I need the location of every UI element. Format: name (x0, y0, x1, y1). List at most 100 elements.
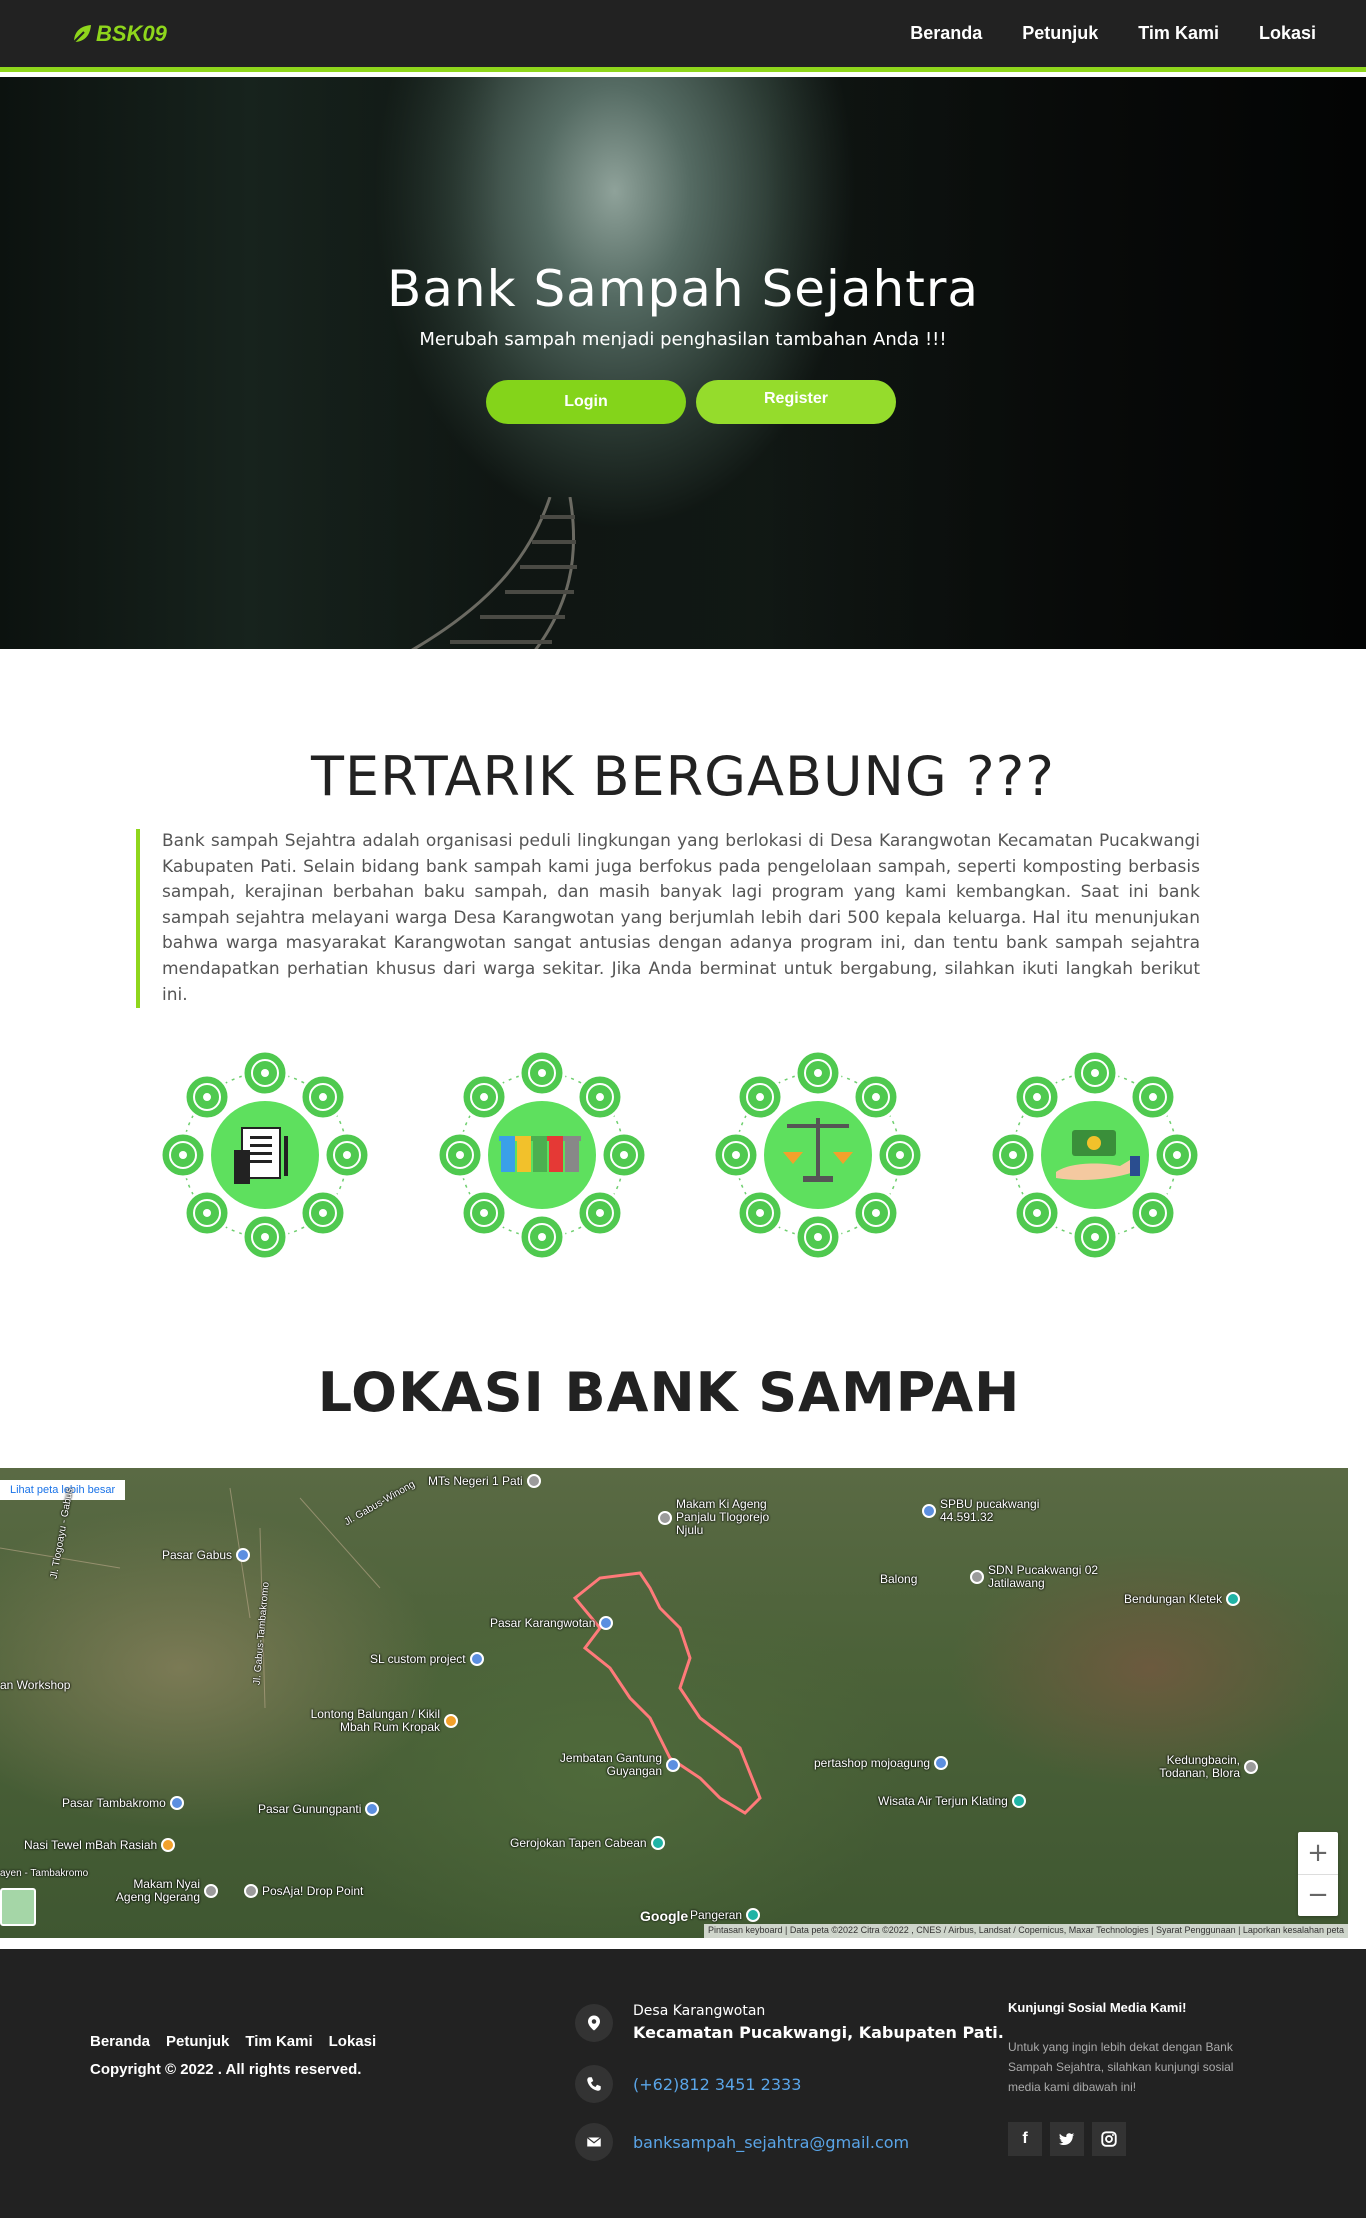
pin-label: Pasar Gabus (162, 1548, 233, 1562)
map-pin[interactable]: SL custom project (370, 1652, 484, 1666)
eco-badge-icon (576, 1189, 624, 1237)
map-pin[interactable]: Pasar Gabus (162, 1548, 251, 1562)
instagram-icon[interactable] (1092, 2122, 1126, 2156)
join-title: TERTARIK BERGABUNG ??? (311, 745, 1055, 808)
facebook-icon[interactable]: f (1008, 2122, 1042, 2156)
twitter-icon[interactable] (1050, 2122, 1084, 2156)
step-3 (703, 1040, 933, 1270)
eco-badge-icon (518, 1049, 566, 1097)
pin-icon (599, 1616, 614, 1630)
pin-label: Pasar Tambakromo (62, 1796, 166, 1810)
map-pin[interactable]: Wisata Air Terjun Klating (878, 1794, 1026, 1808)
map-pin[interactable]: Makam Nyai Ageng Ngerang (100, 1878, 218, 1904)
footer-phone: (+62)812 3451 2333 (575, 2065, 801, 2103)
map-pin[interactable]: pertashop mojoagung (814, 1756, 949, 1770)
pin-label: Lontong Balungan / Kikil Mbah Rum Kropak (310, 1707, 440, 1734)
eco-badge-icon (518, 1213, 566, 1261)
map-pin[interactable]: Lontong Balungan / Kikil Mbah Rum Kropak (290, 1708, 458, 1734)
map-pin[interactable]: Kedungbacin, Todanan, Blora (1140, 1754, 1258, 1780)
pin-label: Kedungbacin, Todanan, Blora (1159, 1753, 1240, 1780)
eco-badge-icon (241, 1213, 289, 1261)
footer-link-lokasi[interactable]: Lokasi (329, 2033, 377, 2050)
eco-badge-icon (299, 1073, 347, 1121)
eco-badge-icon (852, 1073, 900, 1121)
phone-icon (575, 2065, 613, 2103)
map-pin[interactable]: PosAja! Drop Point (244, 1884, 363, 1898)
eco-badge-icon (436, 1131, 484, 1179)
pin-icon (1244, 1760, 1258, 1774)
map-pin[interactable]: Pasar Tambakromo (62, 1796, 184, 1810)
nav-petunjuk[interactable]: Petunjuk (1022, 23, 1098, 44)
pin-icon (922, 1504, 936, 1518)
pin-icon (169, 1796, 184, 1810)
pin-icon (746, 1908, 761, 1922)
google-map[interactable]: Lihat peta lebih besar MTs Negeri 1 Pati… (0, 1468, 1348, 1938)
pin-label: MTs Negeri 1 Pati (428, 1474, 523, 1488)
footer-link-petunjuk[interactable]: Petunjuk (166, 2033, 229, 2050)
nav-tim-kami[interactable]: Tim Kami (1138, 23, 1219, 44)
eco-badge-icon (876, 1131, 924, 1179)
eco-badge-icon (712, 1131, 760, 1179)
pin-label: Makam Ki Ageng Panjalu Tlogorejo Njulu (676, 1497, 770, 1537)
pin-icon (1011, 1794, 1026, 1808)
email-link[interactable]: banksampah_sejahtra@gmail.com (633, 2133, 909, 2152)
map-label: an Workshop (0, 1678, 70, 1692)
map-pin[interactable]: Pasar Karangwotan (490, 1616, 614, 1630)
road-label-text: ayen - Tambakromo (0, 1868, 89, 1879)
hero-section: Bank Sampah Sejahtra Merubah sampah menj… (0, 77, 1366, 649)
recycle-bins-icon (436, 1049, 648, 1261)
map-pin[interactable]: Gerojokan Tapen Cabean (510, 1836, 665, 1850)
zoom-out-button[interactable]: − (1298, 1875, 1338, 1917)
scale-icon (712, 1049, 924, 1261)
pin-label: an Workshop (0, 1678, 71, 1692)
eco-badge-icon (794, 1049, 842, 1097)
login-button[interactable]: Login (486, 380, 686, 424)
footer-link-tim-kami[interactable]: Tim Kami (245, 2033, 312, 2050)
map-pin[interactable]: Nasi Tewel mBah Rasiah (24, 1838, 176, 1852)
hero-title: Bank Sampah Sejahtra (386, 260, 980, 318)
nav-beranda[interactable]: Beranda (910, 23, 982, 44)
pin-label: Pasar Gunungpanti (258, 1802, 362, 1816)
pin-label: Wisata Air Terjun Klating (878, 1794, 1008, 1808)
map-pin[interactable]: Makam Ki Ageng Panjalu Tlogorejo Njulu (658, 1498, 796, 1537)
map-pin[interactable]: SDN Pucakwangi 02 Jatilawang (970, 1564, 1108, 1590)
nav-lokasi[interactable]: Lokasi (1259, 23, 1316, 44)
map-pin[interactable]: MTs Negeri 1 Pati (428, 1474, 541, 1488)
map-pin[interactable]: Pasar Gunungpanti (258, 1802, 380, 1816)
pin-label: Pasar Karangwotan (490, 1616, 596, 1630)
center-illustration (234, 1127, 288, 1184)
pin-icon (469, 1652, 484, 1666)
eco-badge-icon (299, 1189, 347, 1237)
location-pin-icon (575, 2003, 613, 2042)
pin-label: Balong (880, 1572, 918, 1586)
map-pin[interactable]: SPBU pucakwangi 44.591.32 (922, 1498, 1050, 1524)
pin-icon (161, 1838, 176, 1852)
footer-link-beranda[interactable]: Beranda (90, 2033, 150, 2050)
location-title: LOKASI BANK SAMPAH (317, 1361, 1021, 1424)
map-attribution[interactable]: Pintasan keyboard | Data peta ©2022 Citr… (704, 1924, 1348, 1938)
brand-name: BSK09 (96, 20, 167, 46)
eco-badge-icon (183, 1073, 231, 1121)
pin-icon (444, 1714, 458, 1728)
pin-label: Jembatan Gantung Guyangan (559, 1751, 662, 1778)
money-hand-icon (989, 1049, 1201, 1261)
eco-badge-icon (1013, 1073, 1061, 1121)
pin-icon (365, 1802, 380, 1816)
map-pin[interactable]: Bendungan Kletek (1124, 1592, 1241, 1606)
eco-badge-icon (794, 1213, 842, 1261)
zoom-in-button[interactable]: + (1298, 1832, 1338, 1875)
map-pin[interactable]: Pangeran (690, 1908, 761, 1922)
pin-label: SPBU pucakwangi 44.591.32 (940, 1497, 1040, 1524)
pin-icon (204, 1884, 218, 1898)
pin-icon (970, 1570, 984, 1584)
main-menu: Beranda Petunjuk Tim Kami Lokasi (910, 23, 1316, 44)
pin-label: Pangeran (690, 1908, 743, 1922)
eco-badge-icon (1129, 1189, 1177, 1237)
brand-logo[interactable]: BSK09 (70, 21, 167, 47)
leaf-icon (73, 24, 91, 43)
phone-link[interactable]: (+62)812 3451 2333 (633, 2075, 801, 2094)
register-button[interactable]: Register (696, 380, 896, 424)
pin-label: Nasi Tewel mBah Rasiah (24, 1838, 158, 1852)
map-pin[interactable]: Jembatan Gantung Guyangan (532, 1752, 680, 1778)
map-layer-toggle[interactable] (0, 1888, 36, 1926)
